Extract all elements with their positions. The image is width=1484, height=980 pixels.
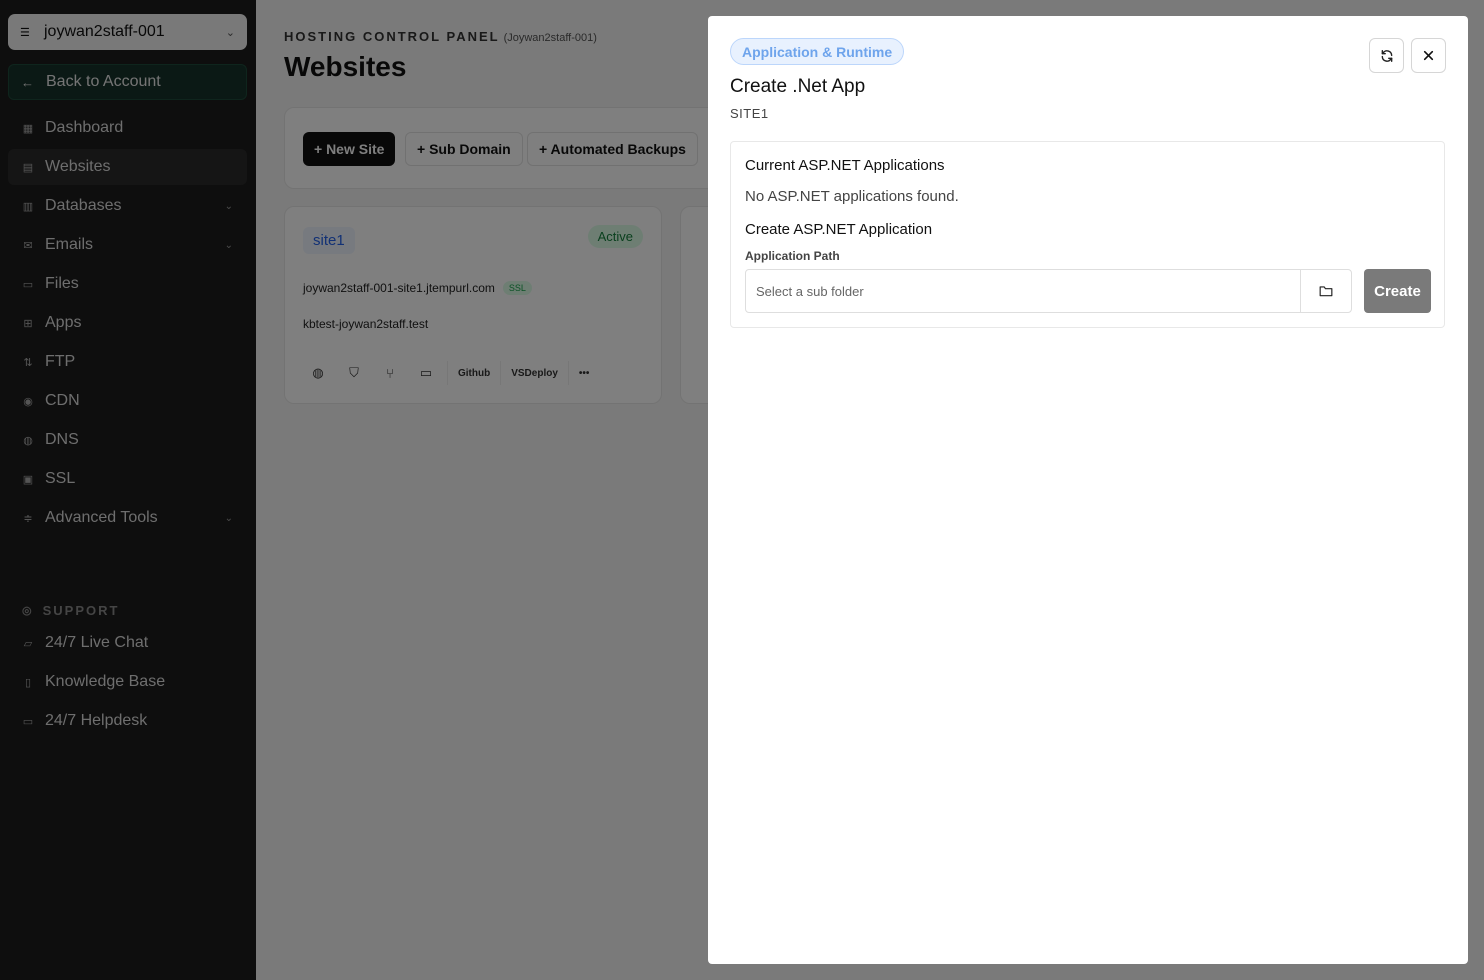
close-button[interactable] — [1411, 38, 1446, 73]
create-app-heading: Create ASP.NET Application — [745, 221, 933, 238]
dialog-subtitle: SITE1 — [730, 106, 769, 121]
category-badge: Application & Runtime — [730, 38, 905, 65]
application-path-label: Application Path — [745, 249, 840, 263]
application-path-input[interactable] — [745, 269, 1301, 313]
refresh-icon — [1381, 49, 1392, 62]
close-icon — [1423, 50, 1434, 61]
create-button[interactable]: Create — [1364, 269, 1431, 313]
dialog-title: Create .Net App — [730, 76, 866, 97]
folder-icon — [1319, 286, 1333, 297]
current-apps-heading: Current ASP.NET Applications — [745, 157, 945, 174]
create-net-app-dialog: Application & Runtime Create .Net App SI… — [708, 16, 1468, 964]
browse-folder-button[interactable] — [1300, 269, 1352, 313]
refresh-button[interactable] — [1369, 38, 1404, 73]
aspnet-panel: Current ASP.NET Applications No ASP.NET … — [730, 141, 1445, 328]
empty-state-text: No ASP.NET applications found. — [745, 188, 959, 205]
